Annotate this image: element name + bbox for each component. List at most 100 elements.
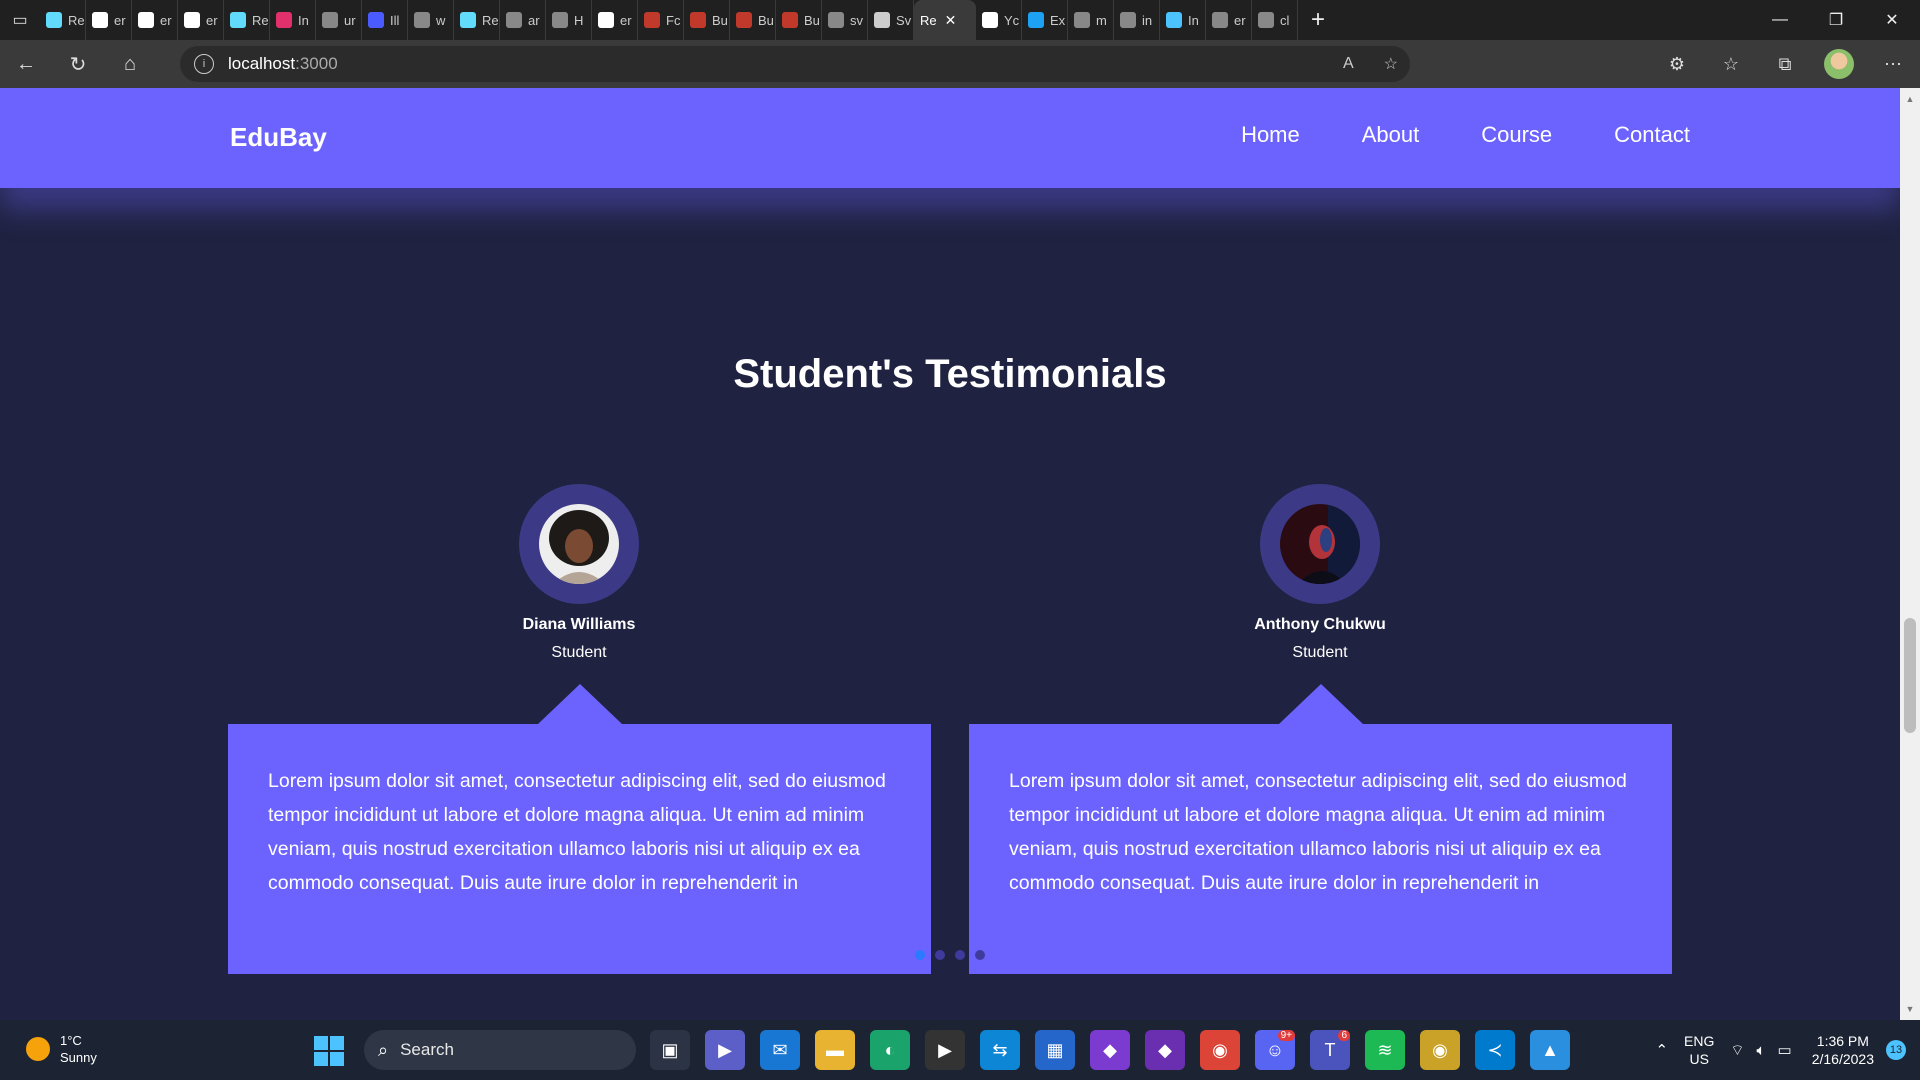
- discord-icon[interactable]: ☺ 9+: [1255, 1030, 1295, 1070]
- tab-label: in: [1142, 12, 1153, 28]
- read-aloud-icon[interactable]: A: [1343, 55, 1354, 73]
- mail-icon[interactable]: ✉: [760, 1030, 800, 1070]
- window-controls: — ❐ ✕: [1752, 0, 1920, 40]
- nav-about[interactable]: About: [1362, 122, 1420, 148]
- notification-badge[interactable]: 13: [1886, 1040, 1906, 1060]
- add-favorite-icon[interactable]: ☆: [1384, 54, 1398, 74]
- tab-favicon-icon: [414, 12, 430, 28]
- tab-active[interactable]: Re ✕: [914, 0, 976, 40]
- favorites-icon[interactable]: ☆: [1704, 54, 1758, 75]
- chevron-up-icon[interactable]: ⌃: [1655, 1041, 1668, 1059]
- task-view-icon[interactable]: ▣: [650, 1030, 690, 1070]
- browser-tab[interactable]: er: [592, 0, 638, 40]
- browser-tab[interactable]: sv: [822, 0, 868, 40]
- profile-avatar[interactable]: [1812, 49, 1866, 79]
- restore-icon[interactable]: ❐: [1808, 0, 1864, 40]
- close-tab-icon[interactable]: ✕: [945, 12, 957, 29]
- browser-tab[interactable]: cl: [1252, 0, 1298, 40]
- clock[interactable]: 1:36 PM 2/16/2023: [1812, 1032, 1874, 1068]
- wifi-icon[interactable]: ⌔: [1730, 1041, 1744, 1060]
- volume-icon[interactable]: 🔈︎: [1757, 1042, 1766, 1059]
- tab-favicon-icon: [828, 12, 844, 28]
- scroll-down-icon[interactable]: ▼: [1900, 1002, 1920, 1016]
- tab-label: er: [1234, 12, 1246, 28]
- site-logo[interactable]: EduBay: [230, 122, 327, 153]
- teams-chat-icon[interactable]: ▶: [705, 1030, 745, 1070]
- browser-tab[interactable]: er: [132, 0, 178, 40]
- chrome-dev-icon[interactable]: ◉: [1420, 1030, 1460, 1070]
- browser-tab[interactable]: Ex: [1022, 0, 1068, 40]
- browser-tab[interactable]: Sv: [868, 0, 914, 40]
- scrollbar-thumb[interactable]: [1904, 618, 1916, 733]
- browser-tab[interactable]: Fc: [638, 0, 684, 40]
- store-icon[interactable]: ▦: [1035, 1030, 1075, 1070]
- teams-icon[interactable]: T6: [1310, 1030, 1350, 1070]
- new-tab-button[interactable]: +: [1298, 0, 1338, 40]
- nav-home[interactable]: Home: [1241, 122, 1300, 148]
- browser-tab[interactable]: In: [1160, 0, 1206, 40]
- tab-favicon-icon: [1120, 12, 1136, 28]
- browser-tab[interactable]: in: [1114, 0, 1160, 40]
- page-scrollbar[interactable]: ▲ ▼: [1900, 88, 1920, 1020]
- browser-tab[interactable]: H: [546, 0, 592, 40]
- chrome-icon[interactable]: ◉: [1200, 1030, 1240, 1070]
- tab-label: Ex: [1050, 12, 1066, 28]
- browser-tab[interactable]: er: [178, 0, 224, 40]
- battery-icon[interactable]: ▭: [1778, 1041, 1792, 1059]
- browser-tab[interactable]: ar: [500, 0, 546, 40]
- vscode-icon[interactable]: ≺: [1475, 1030, 1515, 1070]
- nav-contact[interactable]: Contact: [1614, 122, 1690, 148]
- taskbar-search[interactable]: ⌕ Search: [364, 1030, 636, 1070]
- browser-tab[interactable]: ur: [316, 0, 362, 40]
- file-explorer-icon[interactable]: ▬: [815, 1030, 855, 1070]
- tab-label: Re: [252, 12, 269, 28]
- carousel-dot[interactable]: [915, 950, 925, 960]
- edge-icon[interactable]: ◐: [870, 1030, 910, 1070]
- discord-badge: 9+: [1277, 1030, 1295, 1041]
- tab-label: In: [298, 12, 309, 28]
- close-window-icon[interactable]: ✕: [1864, 0, 1920, 40]
- browser-tab[interactable]: Re: [224, 0, 270, 40]
- browser-tab[interactable]: er: [1206, 0, 1252, 40]
- tab-favicon-icon: [46, 12, 62, 28]
- tab-actions-icon[interactable]: ▭: [0, 0, 40, 40]
- visual-studio-preview-icon[interactable]: ◆: [1145, 1030, 1185, 1070]
- browser-tab[interactable]: Ill: [362, 0, 408, 40]
- minimize-icon[interactable]: —: [1752, 0, 1808, 40]
- browser-tab[interactable]: Re: [40, 0, 86, 40]
- home-button[interactable]: ⌂: [104, 40, 156, 88]
- start-button[interactable]: [314, 1036, 344, 1066]
- site-info-icon[interactable]: i: [194, 54, 214, 74]
- extensions-icon[interactable]: ⚙: [1650, 54, 1704, 75]
- spotify-icon[interactable]: ≋: [1365, 1030, 1405, 1070]
- browser-tab[interactable]: m: [1068, 0, 1114, 40]
- visual-studio-icon[interactable]: ◆: [1090, 1030, 1130, 1070]
- browser-tab[interactable]: Yc: [976, 0, 1022, 40]
- browser-tab[interactable]: er: [86, 0, 132, 40]
- tab-favicon-icon: [184, 12, 200, 28]
- speech-pointer: [1279, 684, 1363, 724]
- collections-icon[interactable]: ⧉: [1758, 54, 1812, 75]
- browser-tab[interactable]: Re: [454, 0, 500, 40]
- more-menu-icon[interactable]: ⋯: [1866, 54, 1920, 75]
- browser-tab[interactable]: w: [408, 0, 454, 40]
- browser-tab[interactable]: Bu: [730, 0, 776, 40]
- carousel-dot[interactable]: [975, 950, 985, 960]
- browser-tab[interactable]: Bu: [684, 0, 730, 40]
- clock-time: 1:36 PM: [1816, 1033, 1869, 1049]
- url-field[interactable]: i localhost:3000 A ☆: [180, 46, 1410, 82]
- media-player-icon[interactable]: ▶: [925, 1030, 965, 1070]
- remote-desktop-icon[interactable]: ⇆: [980, 1030, 1020, 1070]
- nav-course[interactable]: Course: [1481, 122, 1552, 148]
- tab-favicon-icon: [598, 12, 614, 28]
- refresh-button[interactable]: ↻: [52, 40, 104, 88]
- back-button[interactable]: ←: [0, 40, 52, 88]
- weather-widget[interactable]: 1°C Sunny: [26, 1032, 97, 1066]
- carousel-dot[interactable]: [935, 950, 945, 960]
- photos-icon[interactable]: ▲: [1530, 1030, 1570, 1070]
- scroll-up-icon[interactable]: ▲: [1900, 92, 1920, 106]
- browser-tab[interactable]: In: [270, 0, 316, 40]
- language-indicator[interactable]: ENG US: [1684, 1032, 1714, 1068]
- carousel-dot[interactable]: [955, 950, 965, 960]
- browser-tab[interactable]: Bu: [776, 0, 822, 40]
